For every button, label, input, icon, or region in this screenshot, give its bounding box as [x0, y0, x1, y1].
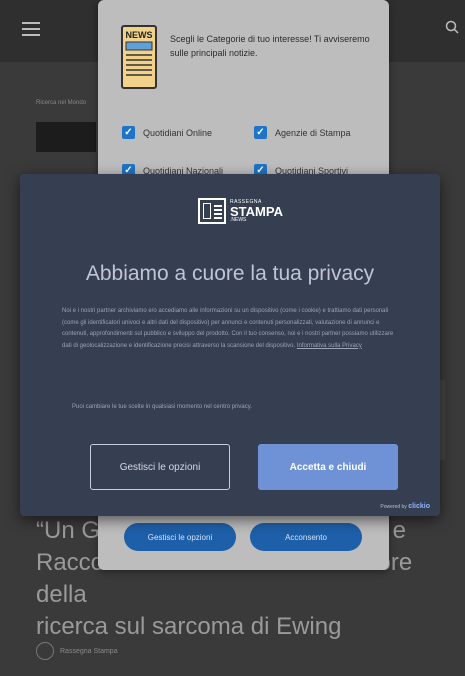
logo-line-3: .NEWS — [230, 216, 247, 223]
checkbox-checked-icon[interactable]: ✓ — [254, 126, 267, 139]
popup-message: Scegli le Categorie di tuo interesse! Ti… — [170, 34, 370, 58]
svg-text:NEWS: NEWS — [126, 30, 153, 40]
manage-options-button[interactable]: Gestisci le opzioni — [90, 444, 230, 490]
privacy-title: Abbiamo a cuore la tua privacy — [85, 262, 375, 285]
popup-options-button[interactable]: Gestisci le opzioni — [124, 523, 236, 551]
privacy-policy-link[interactable]: Informativa sulla Privacy — [297, 343, 362, 349]
privacy-note: Puoi cambiare le tue scelte in qualsiasi… — [72, 404, 252, 410]
category-quotidiani-online[interactable]: ✓ Quotidiani Online — [122, 126, 212, 139]
avatar — [36, 642, 54, 660]
author-byline[interactable]: Rassegna Stampa — [36, 642, 118, 660]
menu-icon[interactable] — [22, 22, 40, 36]
author-name: Rassegna Stampa — [60, 647, 118, 655]
site-logo: RASSEGNA STAMPA .NEWS — [198, 198, 283, 224]
breadcrumb[interactable]: Ricerca nel Mondo — [36, 100, 86, 106]
logo-line-2: STAMPA — [230, 203, 283, 219]
newspaper-icon: NEWS — [121, 25, 157, 89]
popup-consent-button[interactable]: Acconsento — [250, 523, 362, 551]
search-icon[interactable] — [445, 20, 459, 34]
checkbox-checked-icon[interactable]: ✓ — [122, 126, 135, 139]
privacy-text: Noi e i nostri partner archiviamo e/o ac… — [62, 308, 394, 349]
privacy-consent-modal: RASSEGNA STAMPA .NEWS Abbiamo a cuore la… — [20, 174, 440, 516]
powered-by[interactable]: Powered by clickio — [380, 503, 430, 510]
category-agenzie-stampa[interactable]: ✓ Agenzie di Stampa — [254, 126, 351, 139]
logo-icon — [198, 198, 226, 224]
accept-and-close-button[interactable]: Accetta e chiudi — [258, 444, 398, 490]
article-image-placeholder — [36, 122, 96, 152]
headline-line-3: ricerca sul sarcoma di Ewing — [36, 613, 342, 640]
clickio-brand: clickio — [408, 503, 430, 510]
